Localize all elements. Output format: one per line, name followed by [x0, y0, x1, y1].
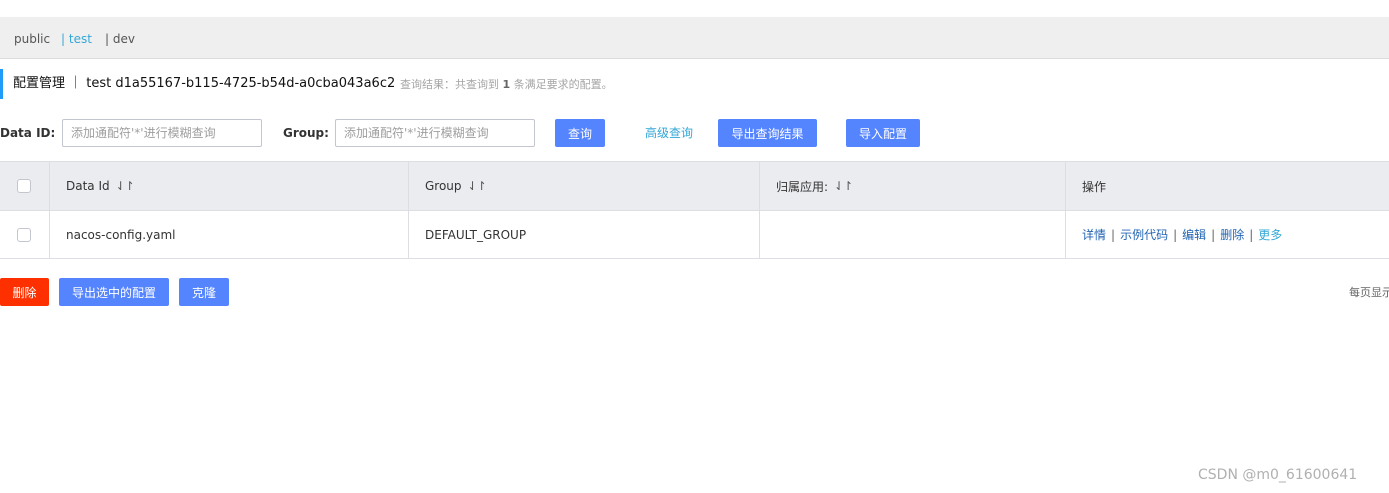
- group-input[interactable]: [335, 119, 535, 147]
- column-data-id[interactable]: Data Id ⇃↾: [50, 162, 409, 210]
- data-id-cell: nacos-config.yaml: [50, 211, 409, 258]
- edit-link[interactable]: 编辑: [1182, 226, 1206, 243]
- group-cell: DEFAULT_GROUP: [409, 211, 760, 258]
- namespace-bar: public | test | dev: [0, 17, 1389, 59]
- select-all-cell: [0, 162, 50, 210]
- column-group[interactable]: Group ⇃↾: [409, 162, 760, 210]
- row-select-cell: [0, 211, 50, 258]
- group-label: Group:: [283, 126, 329, 140]
- delete-link[interactable]: 删除: [1220, 226, 1244, 243]
- config-table: Data Id ⇃↾ Group ⇃↾ 归属应用: ⇃↾ 操作 nacos-co…: [0, 161, 1389, 259]
- column-group-label: Group: [425, 179, 462, 193]
- select-all-checkbox[interactable]: [17, 179, 31, 193]
- table-header: Data Id ⇃↾ Group ⇃↾ 归属应用: ⇃↾ 操作: [0, 162, 1389, 211]
- row-checkbox[interactable]: [17, 227, 31, 242]
- data-id-label: Data ID:: [0, 126, 56, 140]
- actions-cell: 详情 | 示例代码 | 编辑 | 删除 | 更多: [1066, 211, 1389, 258]
- query-button[interactable]: 查询: [555, 119, 605, 147]
- watermark: CSDN @m0_61600641: [1198, 467, 1358, 483]
- import-config-button[interactable]: 导入配置: [846, 119, 920, 147]
- detail-link[interactable]: 详情: [1082, 226, 1106, 243]
- column-app[interactable]: 归属应用: ⇃↾: [760, 162, 1066, 210]
- query-result-suffix: 条满足要求的配置。: [513, 78, 613, 91]
- column-actions-label: 操作: [1082, 179, 1107, 194]
- action-separator: |: [1173, 227, 1178, 242]
- app-cell: [760, 211, 1066, 258]
- clone-button[interactable]: 克隆: [179, 278, 229, 306]
- namespace-dev[interactable]: | dev: [105, 32, 135, 46]
- more-link[interactable]: 更多: [1258, 226, 1282, 243]
- bulk-delete-button[interactable]: 删除: [0, 278, 49, 306]
- column-data-id-label: Data Id: [66, 179, 110, 193]
- query-result-count: 1: [502, 78, 511, 91]
- sample-code-link[interactable]: 示例代码: [1120, 226, 1168, 243]
- column-app-label: 归属应用:: [776, 179, 829, 194]
- action-separator: |: [1249, 227, 1254, 242]
- column-actions: 操作: [1066, 162, 1389, 210]
- page-size-label: 每页显示: [1349, 286, 1389, 299]
- namespace-test[interactable]: | test: [61, 32, 92, 46]
- page-title: 配置管理 ｜ test d1a55167-b115-4725-b54d-a0cb…: [13, 76, 396, 91]
- export-results-button[interactable]: 导出查询结果: [718, 119, 817, 147]
- namespace-public[interactable]: public: [14, 32, 50, 46]
- export-selected-button[interactable]: 导出选中的配置: [59, 278, 169, 306]
- action-separator: |: [1111, 227, 1116, 242]
- table-row: nacos-config.yaml DEFAULT_GROUP 详情 | 示例代…: [0, 211, 1389, 258]
- query-result-prefix: 查询结果：共查询到: [400, 78, 499, 91]
- action-separator: |: [1211, 227, 1216, 242]
- data-id-input[interactable]: [62, 119, 262, 147]
- query-result-summary: 查询结果：共查询到 1 条满足要求的配置。: [400, 78, 613, 92]
- sort-icon[interactable]: ⇃↾: [116, 179, 135, 193]
- sort-icon[interactable]: ⇃↾: [468, 179, 487, 193]
- sort-icon[interactable]: ⇃↾: [834, 179, 853, 193]
- advanced-query-link[interactable]: 高级查询: [645, 126, 693, 140]
